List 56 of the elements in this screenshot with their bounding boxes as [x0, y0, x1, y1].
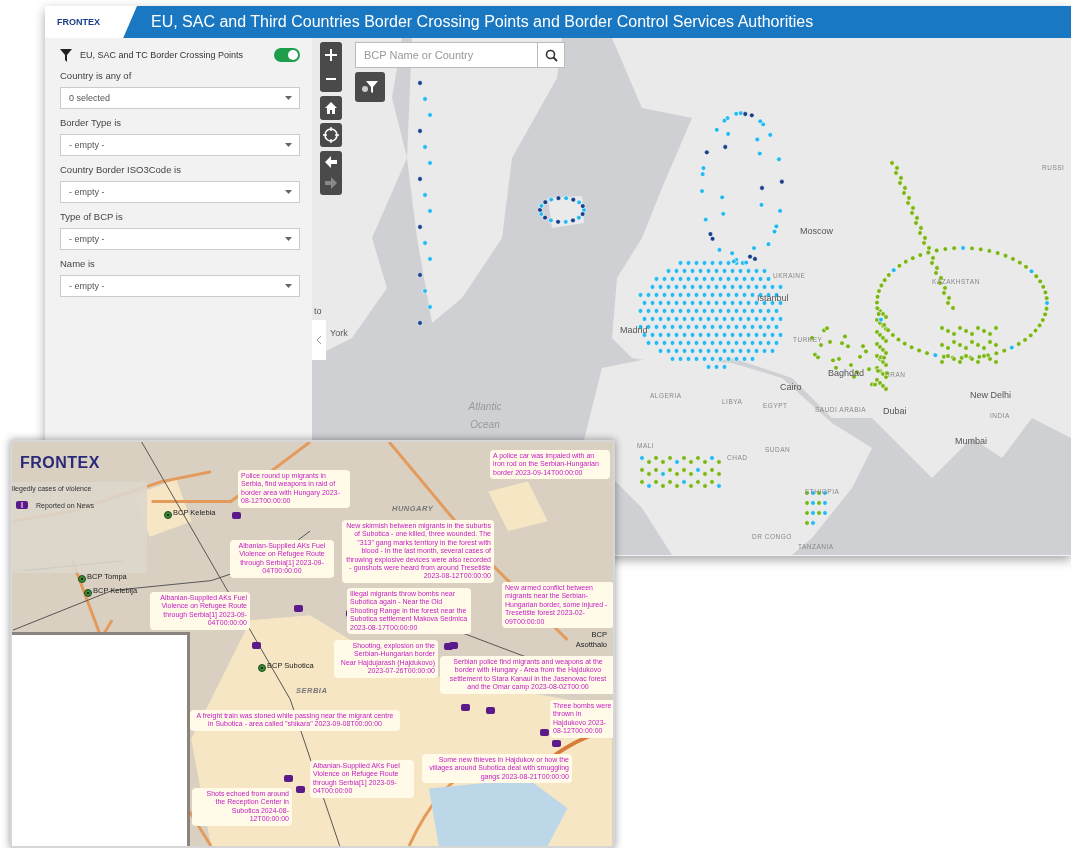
map-label: New Delhi: [970, 390, 1011, 400]
caret-icon: [285, 96, 292, 100]
map-label: Istanbul: [757, 293, 789, 303]
filter-dropdown[interactable]: - empty -: [60, 134, 300, 156]
search-icon[interactable]: [544, 48, 558, 62]
filter-button[interactable]: [355, 72, 385, 102]
caret-icon: [285, 190, 292, 194]
filter-dropdown[interactable]: - empty -: [60, 181, 300, 203]
app-title: EU, SAC and Third Countries Border Crossing Points and Border Control Services Authorities: [151, 13, 814, 31]
caret-icon: [285, 284, 292, 288]
news-marker-icon[interactable]: [294, 605, 303, 612]
map-label: Cairo: [780, 382, 802, 392]
map-label: Baghdad: [828, 368, 865, 378]
map-label: York: [330, 328, 348, 338]
caret-icon: [285, 143, 292, 147]
bcp-point-icon: [164, 511, 172, 519]
map-label: Atlantic Ocean: [467, 400, 503, 432]
filter-icon: [361, 80, 379, 94]
map-label: to: [314, 306, 322, 316]
filter-dropdown[interactable]: - empty -: [60, 275, 300, 297]
book-icon: [16, 501, 28, 509]
map-label: Moscow: [800, 226, 833, 236]
news-marker-icon[interactable]: [284, 775, 293, 782]
logo-text: FRONTEX: [57, 17, 100, 27]
filter-icon: [60, 48, 72, 62]
filter-dropdown[interactable]: - empty -: [60, 228, 300, 250]
news-marker-icon[interactable]: [486, 707, 495, 714]
news-marker-icon[interactable]: [296, 786, 305, 793]
crosshair-icon: [323, 127, 339, 143]
bcp-point-icon: [258, 664, 266, 672]
locate-button[interactable]: [320, 123, 342, 147]
map-label: Mumbai: [955, 436, 987, 446]
filter-label: Name is: [60, 258, 96, 269]
home-icon: [324, 101, 338, 115]
filter-label: Country is any of: [60, 70, 133, 81]
logo-text: FRONTEX: [20, 454, 100, 472]
caret-icon: [285, 237, 292, 241]
layer-title: EU, SAC and TC Border Crossing Points: [80, 50, 244, 60]
news-marker-icon[interactable]: [232, 512, 241, 519]
filter-label: Border Type is: [60, 117, 123, 128]
filter-label: Type of BCP is: [60, 211, 124, 222]
news-marker-icon[interactable]: [461, 704, 470, 711]
chevron-left-icon: [316, 335, 322, 345]
map-label: Madrid: [620, 325, 648, 335]
news-marker-icon[interactable]: [552, 740, 561, 747]
search-bar[interactable]: BCP Name or Country: [355, 42, 565, 68]
home-button[interactable]: [320, 96, 342, 120]
news-marker-icon[interactable]: [252, 642, 261, 649]
news-marker-icon[interactable]: [540, 729, 549, 736]
map-label: Dubai: [883, 406, 907, 416]
bcp-point-icon: [78, 575, 86, 583]
bcp-point-icon: [84, 589, 92, 597]
news-marker-icon[interactable]: [444, 643, 453, 650]
filter-dropdown[interactable]: 0 selected: [60, 87, 300, 109]
layer-toggle[interactable]: [274, 48, 300, 62]
filter-label: Country Border ISO3Code is: [60, 164, 182, 175]
